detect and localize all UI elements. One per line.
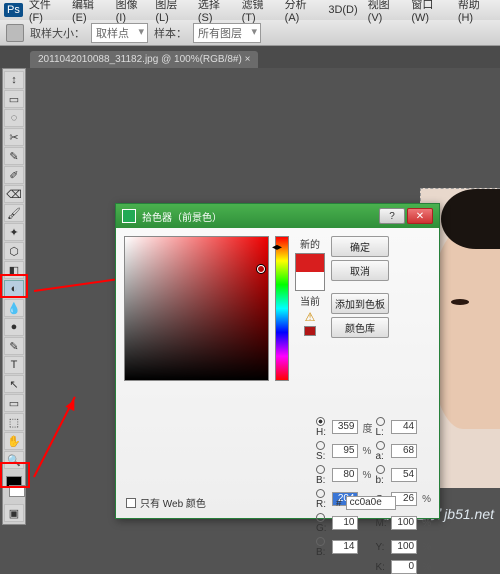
menu-layer[interactable]: 图层(L) (151, 0, 192, 26)
tool-stamp[interactable]: ✦ (4, 223, 24, 241)
menu-view[interactable]: 视图(V) (364, 0, 406, 26)
menu-file[interactable]: 文件(F) (25, 0, 66, 26)
document-tab-strip: 2011042010088_31182.jpg @ 100%(RGB/8#) × (0, 46, 500, 68)
hue-slider[interactable]: ◂▸ (275, 236, 289, 381)
document-tab[interactable]: 2011042010088_31182.jpg @ 100%(RGB/8#) × (30, 51, 258, 68)
menu-window[interactable]: 窗口(W) (407, 0, 451, 26)
field-bb[interactable]: 54 (391, 468, 417, 482)
unit-m: % (422, 518, 431, 529)
web-only-checkbox[interactable] (126, 498, 136, 508)
field-b[interactable]: 80 (332, 468, 358, 482)
unit-k: % (422, 562, 431, 573)
unit-c: % (422, 494, 431, 505)
cancel-button[interactable]: 取消 (331, 260, 389, 281)
web-only-label: 只有 Web 颜色 (140, 495, 206, 510)
eye-region (451, 299, 469, 305)
unit-b: % (363, 470, 373, 481)
menu-help[interactable]: 帮助(H) (454, 0, 496, 26)
tool-path[interactable]: ↖ (4, 375, 24, 393)
field-h[interactable]: 359 (332, 420, 358, 434)
tool-marquee[interactable]: ▭ (4, 90, 24, 108)
field-a[interactable]: 68 (391, 444, 417, 458)
radio-bb[interactable] (376, 465, 385, 474)
tool-wand[interactable]: ✂ (4, 128, 24, 146)
tool-move[interactable]: ↕ (4, 71, 24, 89)
hue-handle[interactable]: ◂▸ (272, 238, 294, 246)
app-icon: Ps (4, 3, 23, 17)
radio-h[interactable] (316, 417, 325, 426)
hex-field[interactable]: cc0a0e (346, 496, 396, 510)
color-picker-dialog: 拾色器（前景色） ? ✕ ◂▸ 新的 当前 ⚠ 确定 取消 添加到色板 (115, 203, 440, 519)
dialog-icon (122, 209, 136, 223)
new-label: 新的 (300, 236, 320, 251)
menu-analysis[interactable]: 分析(A) (281, 0, 323, 26)
color-lib-button[interactable]: 颜色库 (331, 317, 389, 338)
sample-size-label: 取样大小： (30, 25, 85, 41)
menu-bar: Ps 文件(F) 编辑(E) 图像(I) 图层(L) 选择(S) 滤镜(T) 分… (0, 0, 500, 20)
radio-b[interactable] (316, 465, 325, 474)
tool-heal[interactable]: ⌫ (4, 185, 24, 203)
tool-hand[interactable]: ✋ (4, 432, 24, 450)
annotation-box-2 (0, 462, 30, 488)
radio-s[interactable] (316, 441, 325, 450)
web-only-row: 只有 Web 颜色 (126, 495, 206, 510)
sample-label: 样本： (154, 25, 187, 41)
warn-swatch (304, 326, 316, 336)
unit-s: % (363, 446, 373, 457)
tool-shape[interactable]: ▭ (4, 394, 24, 412)
ok-button[interactable]: 确定 (331, 236, 389, 257)
dialog-titlebar[interactable]: 拾色器（前景色） ? ✕ (116, 204, 439, 228)
radio-a[interactable] (376, 441, 385, 450)
tool-text[interactable]: T (4, 356, 24, 374)
tool-history[interactable]: ⬡ (4, 242, 24, 260)
help-button[interactable]: ? (379, 208, 405, 224)
current-label: 当前 (300, 293, 320, 308)
add-swatch-button[interactable]: 添加到色板 (331, 293, 389, 314)
hex-prefix: # (336, 498, 342, 509)
tool-blur[interactable]: 💧 (4, 299, 24, 317)
tool-brush[interactable]: 🖌 (4, 204, 24, 222)
tool-pen[interactable]: ✎ (4, 337, 24, 355)
tool-eyedropper[interactable]: ✐ (4, 166, 24, 184)
field-s[interactable]: 95 (332, 444, 358, 458)
warning-icon: ⚠ (305, 310, 316, 324)
field-l[interactable]: 44 (391, 420, 417, 434)
tool-3d[interactable]: ⬚ (4, 413, 24, 431)
new-color-swatch (296, 254, 324, 272)
face-region (431, 229, 500, 429)
color-marker[interactable] (257, 265, 265, 273)
radio-l[interactable] (376, 417, 385, 426)
tool-quickmask[interactable]: ▣ (4, 504, 24, 522)
field-bval[interactable]: 14 (332, 540, 358, 554)
sample-layers-dropdown[interactable]: 所有图层 (193, 23, 261, 43)
unit-y: % (422, 542, 431, 553)
field-m[interactable]: 100 (391, 516, 417, 530)
color-field[interactable] (124, 236, 269, 381)
field-y[interactable]: 100 (391, 540, 417, 554)
menu-3d[interactable]: 3D(D) (324, 2, 361, 18)
tool-lasso[interactable]: ◌ (4, 109, 24, 127)
annotation-box-1 (0, 274, 28, 298)
field-k[interactable]: 0 (391, 560, 417, 574)
close-button[interactable]: ✕ (407, 208, 433, 224)
tab-title: 2011042010088_31182.jpg @ 100%(RGB/8#) × (38, 54, 250, 65)
field-g[interactable]: 10 (332, 516, 358, 530)
dialog-title: 拾色器（前景色） (142, 209, 379, 224)
radio-g[interactable] (316, 513, 325, 522)
color-values-grid: H:359度 L:44 S:95% a:68 B:80% b:54 R:204 … (316, 416, 431, 574)
sample-size-dropdown[interactable]: 取样点 (91, 23, 148, 43)
eyedropper-icon (6, 24, 24, 42)
radio-bval[interactable] (316, 537, 325, 546)
tool-crop[interactable]: ✎ (4, 147, 24, 165)
radio-r[interactable] (316, 489, 325, 498)
tool-dodge[interactable]: ● (4, 318, 24, 336)
hex-row: # cc0a0e (336, 496, 396, 510)
current-color-swatch (296, 272, 324, 290)
unit-h: 度 (363, 420, 373, 435)
